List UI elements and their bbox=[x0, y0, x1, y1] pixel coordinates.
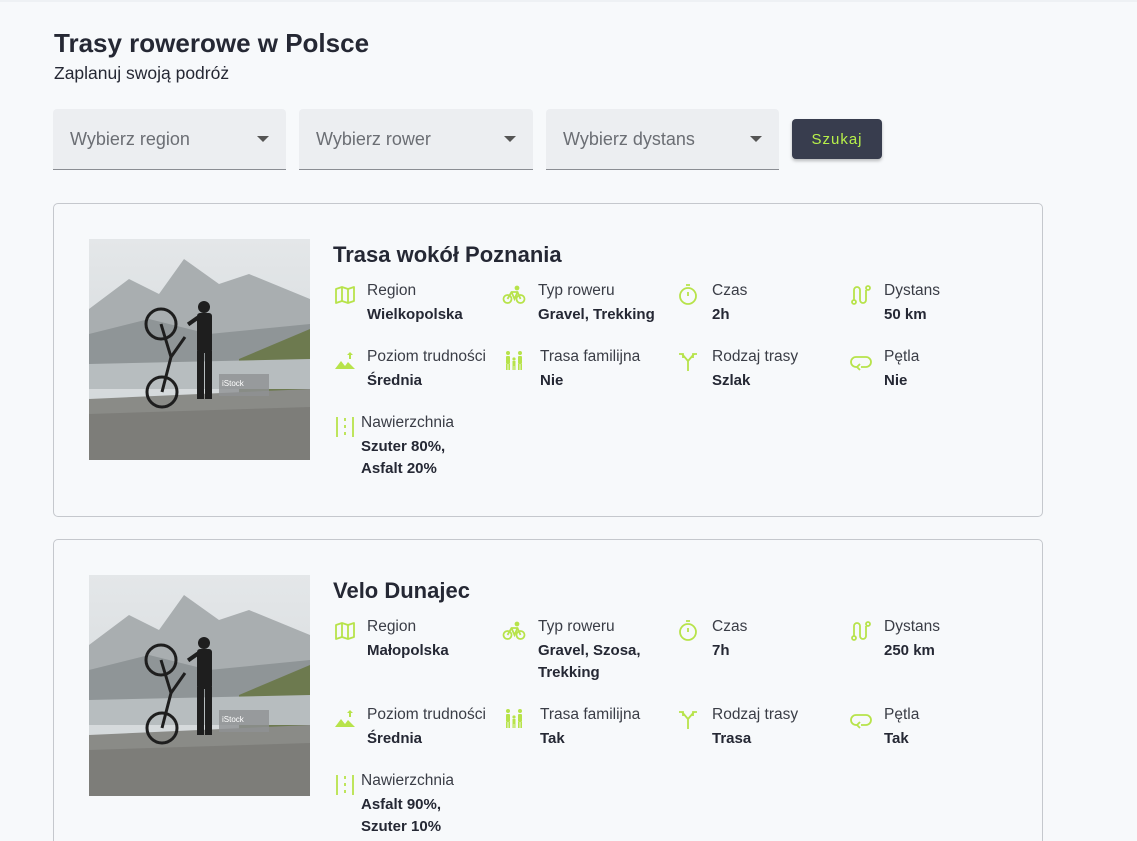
page-subtitle: Zaplanuj swoją podróż bbox=[54, 63, 230, 83]
route-attr-surface: Nawierzchnia Asfalt 90%, Szuter 10% bbox=[333, 772, 503, 841]
stopwatch-icon bbox=[676, 619, 700, 643]
loop-icon bbox=[849, 349, 873, 373]
route-attr-value: Wielkopolska bbox=[367, 306, 463, 323]
route-attr-label: Poziom trudności bbox=[367, 348, 486, 365]
route-icon bbox=[849, 619, 873, 643]
loop-icon bbox=[849, 707, 873, 731]
route-attr-label: Typ roweru bbox=[538, 282, 615, 299]
bike-icon bbox=[502, 283, 526, 307]
fork-icon bbox=[676, 349, 700, 373]
route-attr-value: Szuter 10% bbox=[361, 818, 442, 835]
route-attr-time: Czas 7h bbox=[676, 618, 846, 688]
route-attr-label: Rodzaj trasy bbox=[712, 348, 799, 365]
route-attr-value: Trekking bbox=[538, 664, 600, 681]
route-attr-value: Asfalt 90%, bbox=[361, 796, 442, 813]
route-attr-value: 50 km bbox=[884, 306, 927, 323]
route-card[interactable]: iStock Velo Dunajec Region Małopolska Typ … bbox=[53, 539, 1043, 841]
route-attr-label: Pętla bbox=[884, 706, 920, 723]
map-icon bbox=[333, 619, 357, 643]
route-icon bbox=[849, 283, 873, 307]
region-select[interactable]: Wybierz region bbox=[53, 109, 286, 170]
bike-select[interactable]: Wybierz rower bbox=[299, 109, 533, 170]
route-attr-label: Czas bbox=[712, 618, 748, 635]
route-attr-value: Średnia bbox=[367, 372, 423, 389]
route-title[interactable]: Trasa wokół Poznania bbox=[333, 242, 562, 268]
stopwatch-icon bbox=[676, 283, 700, 307]
route-attr-difficulty: Poziom trudności Średnia bbox=[333, 706, 503, 776]
route-attr-label: Nawierzchnia bbox=[361, 772, 455, 789]
chevron-down-icon bbox=[257, 136, 269, 142]
route-attr-value: Szuter 80%, bbox=[361, 438, 446, 455]
route-attr-region: Region Wielkopolska bbox=[333, 282, 503, 352]
route-attr-distance: Dystans 50 km bbox=[849, 282, 1019, 352]
route-attr-bike: Typ roweru Gravel, Szosa, Trekking bbox=[502, 618, 672, 688]
route-photo: iStock bbox=[89, 239, 310, 460]
route-attr-family: Trasa familijna Tak bbox=[502, 706, 672, 776]
route-attr-label: Czas bbox=[712, 282, 748, 299]
route-attr-label: Trasa familijna bbox=[540, 348, 641, 365]
route-attr-value: 250 km bbox=[884, 642, 935, 659]
top-border bbox=[0, 0, 1137, 2]
route-attr-type: Rodzaj trasy Szlak bbox=[676, 348, 846, 418]
route-attr-value: Nie bbox=[884, 372, 908, 389]
distance-select-placeholder: Wybierz dystans bbox=[563, 129, 695, 149]
route-attr-value: Asfalt 20% bbox=[361, 460, 437, 477]
route-attr-value: 7h bbox=[712, 642, 730, 659]
road-icon bbox=[333, 773, 357, 797]
fork-icon bbox=[676, 707, 700, 731]
svg-text:iStock: iStock bbox=[222, 715, 245, 724]
route-attr-label: Nawierzchnia bbox=[361, 414, 455, 431]
distance-select[interactable]: Wybierz dystans bbox=[546, 109, 779, 170]
region-select-placeholder: Wybierz region bbox=[70, 129, 190, 149]
route-attr-value: Gravel, Trekking bbox=[538, 306, 655, 323]
terrain-icon bbox=[333, 707, 357, 731]
route-attr-label: Dystans bbox=[884, 282, 940, 299]
route-attr-value: Średnia bbox=[367, 730, 423, 747]
route-attr-label: Dystans bbox=[884, 618, 940, 635]
route-attr-value: 2h bbox=[712, 306, 730, 323]
route-attr-loop: Pętla Tak bbox=[849, 706, 1019, 776]
route-attr-family: Trasa familijna Nie bbox=[502, 348, 672, 418]
family-icon bbox=[502, 707, 526, 731]
bike-select-placeholder: Wybierz rower bbox=[316, 129, 431, 149]
route-attr-type: Rodzaj trasy Trasa bbox=[676, 706, 846, 776]
chevron-down-icon bbox=[504, 136, 516, 142]
route-attr-bike: Typ roweru Gravel, Trekking bbox=[502, 282, 672, 352]
chevron-down-icon bbox=[750, 136, 762, 142]
route-attr-value: Trasa bbox=[712, 730, 752, 747]
route-attr-difficulty: Poziom trudności Średnia bbox=[333, 348, 503, 418]
bike-icon bbox=[502, 619, 526, 643]
page-title: Trasy rowerowe w Polsce bbox=[54, 28, 370, 58]
route-attr-value: Małopolska bbox=[367, 642, 449, 659]
route-attr-surface: Nawierzchnia Szuter 80%, Asfalt 20% bbox=[333, 414, 503, 484]
route-photo: iStock bbox=[89, 575, 310, 796]
route-card[interactable]: iStock Trasa wokół Poznania Region Wielko… bbox=[53, 203, 1043, 517]
family-icon bbox=[502, 349, 526, 373]
route-attr-label: Trasa familijna bbox=[540, 706, 641, 723]
route-title[interactable]: Velo Dunajec bbox=[333, 578, 470, 604]
route-attr-value: Tak bbox=[540, 730, 565, 747]
route-attr-loop: Pętla Nie bbox=[849, 348, 1019, 418]
route-attr-value: Szlak bbox=[712, 372, 751, 389]
route-attr-label: Rodzaj trasy bbox=[712, 706, 799, 723]
road-icon bbox=[333, 415, 357, 439]
map-icon bbox=[333, 283, 357, 307]
route-attr-value: Tak bbox=[884, 730, 909, 747]
route-attr-region: Region Małopolska bbox=[333, 618, 503, 688]
route-attr-time: Czas 2h bbox=[676, 282, 846, 352]
search-button[interactable]: Szukaj bbox=[792, 119, 882, 159]
route-attr-label: Pętla bbox=[884, 348, 920, 365]
route-attr-value: Gravel, Szosa, bbox=[538, 642, 641, 659]
route-attr-distance: Dystans 250 km bbox=[849, 618, 1019, 688]
route-attr-label: Typ roweru bbox=[538, 618, 615, 635]
route-attr-label: Poziom trudności bbox=[367, 706, 486, 723]
terrain-icon bbox=[333, 349, 357, 373]
route-attr-value: Nie bbox=[540, 372, 564, 389]
route-attr-label: Region bbox=[367, 618, 417, 635]
svg-text:iStock: iStock bbox=[222, 379, 245, 388]
route-attr-label: Region bbox=[367, 282, 417, 299]
